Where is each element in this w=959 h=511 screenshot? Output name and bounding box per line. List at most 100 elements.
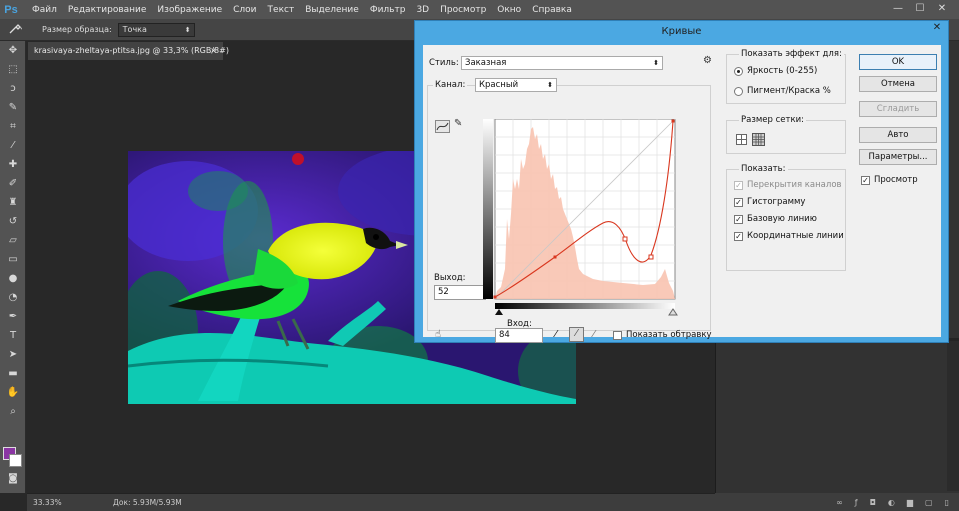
auto-button[interactable]: Авто — [859, 127, 937, 143]
curve-point[interactable] — [493, 295, 497, 299]
simple-grid-icon[interactable] — [736, 134, 747, 145]
new-layer-icon[interactable]: ▢ — [925, 498, 933, 507]
sample-size-select[interactable]: Точка ⬍ — [117, 22, 195, 37]
ok-button[interactable]: OK — [859, 54, 937, 70]
input-field[interactable]: 84 — [495, 328, 543, 343]
path-selection-tool-icon[interactable]: ➤ — [0, 345, 26, 364]
blur-tool-icon[interactable]: ● — [0, 269, 26, 288]
link-layers-icon[interactable]: ∞ — [836, 498, 843, 507]
shape-tool-icon[interactable]: ▬ — [0, 364, 26, 383]
document-tab-title: krasivaya-zheltaya-ptitsa.jpg @ 33,3% (R… — [34, 46, 229, 55]
channel-select[interactable]: Красный ⬍ — [475, 78, 557, 92]
show-clipping-checkbox[interactable] — [613, 331, 622, 340]
color-swatches — [3, 447, 23, 469]
quick-mask-icon[interactable]: ◙ — [0, 469, 26, 488]
lasso-tool-icon[interactable]: ↄ — [0, 79, 26, 98]
brush-tool-icon[interactable]: ✐ — [0, 174, 26, 193]
layers-panel-footer: ∞ ƒ ◘ ◐ ▆ ▢ ▯ — [715, 493, 959, 511]
menu-items: Файл Редактирование Изображение Слои Тек… — [32, 5, 583, 15]
crop-tool-icon[interactable]: ⌗ — [0, 117, 26, 136]
histogram-checkbox[interactable]: ✓ — [734, 198, 743, 207]
output-value: 52 — [438, 287, 449, 297]
eraser-tool-icon[interactable]: ▱ — [0, 231, 26, 250]
options-button[interactable]: Параметры... — [859, 149, 937, 165]
menu-filter[interactable]: Фильтр — [370, 5, 406, 15]
output-label: Выход: — [434, 273, 466, 283]
healing-brush-tool-icon[interactable]: ✚ — [0, 155, 26, 174]
baseline-checkbox[interactable]: ✓ — [734, 215, 743, 224]
preview-label: Просмотр — [874, 175, 918, 185]
document-size: Док: 5.93M/5.93M — [113, 498, 182, 507]
minimize-button[interactable]: — — [887, 2, 909, 16]
menu-3d[interactable]: 3D — [416, 5, 429, 15]
menu-select[interactable]: Выделение — [305, 5, 359, 15]
menu-window[interactable]: Окно — [497, 5, 521, 15]
quick-selection-tool-icon[interactable]: ✎ — [0, 98, 26, 117]
document-tab[interactable]: krasivaya-zheltaya-ptitsa.jpg @ 33,3% (R… — [28, 42, 229, 60]
menu-edit[interactable]: Редактирование — [68, 5, 147, 15]
curve-point-selected[interactable] — [553, 255, 557, 259]
zoom-level[interactable]: 33.33% — [33, 498, 73, 507]
eyedropper-icon[interactable] — [8, 22, 30, 37]
cancel-button[interactable]: Отмена — [859, 76, 937, 92]
preset-options-gear-icon[interactable]: ⚙ — [703, 55, 712, 66]
intersection-line-label: Координатные линии — [747, 231, 844, 241]
hand-tool-icon[interactable]: ✋ — [0, 383, 26, 402]
black-point-eyedropper-icon[interactable]: ⁄ — [555, 329, 557, 340]
preview-checkbox[interactable]: ✓ — [861, 176, 870, 185]
gradient-tool-icon[interactable]: ▭ — [0, 250, 26, 269]
white-point-slider[interactable] — [668, 308, 678, 316]
menu-file[interactable]: Файл — [32, 5, 57, 15]
style-label: Стиль: — [429, 58, 459, 68]
intersection-line-checkbox[interactable]: ✓ — [734, 232, 743, 241]
curve-points-tool-icon[interactable] — [435, 120, 450, 133]
window-controls: — ☐ ✕ — [887, 2, 953, 16]
close-icon[interactable]: ✕ — [931, 22, 943, 34]
output-field[interactable]: 52 — [434, 285, 486, 300]
menu-view[interactable]: Просмотр — [440, 5, 486, 15]
curves-dialog: Кривые ✕ Стиль: Заказная ⬍ ⚙ Канал: Крас… — [414, 20, 949, 343]
menu-layers[interactable]: Слои — [233, 5, 256, 15]
curve-point[interactable] — [622, 236, 628, 242]
style-select[interactable]: Заказная ⬍ — [461, 56, 663, 70]
new-group-icon[interactable]: ▆ — [907, 498, 913, 507]
pen-tool-icon[interactable]: ✒ — [0, 307, 26, 326]
show-clipping-label: Показать обтравку — [626, 330, 712, 340]
menu-type[interactable]: Текст — [268, 5, 295, 15]
maximize-button[interactable]: ☐ — [909, 2, 931, 16]
history-brush-tool-icon[interactable]: ↺ — [0, 212, 26, 231]
adjustment-layer-icon[interactable]: ◐ — [888, 498, 895, 507]
eyedropper-tool-icon[interactable]: ⁄ — [0, 136, 26, 155]
delete-layer-icon[interactable]: ▯ — [945, 498, 949, 507]
background-color-swatch[interactable] — [9, 454, 22, 467]
curve-point[interactable] — [648, 254, 654, 260]
white-point-eyedropper-icon[interactable]: ⁄ — [593, 329, 595, 340]
menu-image[interactable]: Изображение — [157, 5, 222, 15]
curves-graph[interactable] — [483, 119, 693, 319]
close-tab-icon[interactable]: × — [210, 42, 217, 60]
close-window-button[interactable]: ✕ — [931, 2, 953, 16]
type-tool-icon[interactable]: T — [0, 326, 26, 345]
marquee-tool-icon[interactable]: ⬚ — [0, 60, 26, 79]
smooth-button[interactable]: Сгладить — [859, 101, 937, 117]
gray-point-eyedropper-icon[interactable]: ⁄ — [569, 327, 584, 342]
move-tool-icon[interactable]: ✥ — [0, 41, 26, 60]
clone-stamp-tool-icon[interactable]: ♜ — [0, 193, 26, 212]
add-mask-icon[interactable]: ◘ — [870, 498, 876, 507]
menu-help[interactable]: Справка — [532, 5, 572, 15]
menu-bar: Ps Файл Редактирование Изображение Слои … — [0, 0, 959, 19]
detailed-grid-icon[interactable] — [752, 133, 765, 146]
brightness-radio[interactable] — [734, 67, 743, 76]
black-point-slider[interactable] — [495, 309, 503, 315]
targeted-adjustment-hand-icon[interactable]: ☝ — [435, 329, 441, 340]
layer-style-icon[interactable]: ƒ — [855, 498, 858, 507]
zoom-tool-icon[interactable]: ⌕ — [0, 402, 26, 421]
pigment-radio-label: Пигмент/Краска % — [747, 86, 831, 96]
curve-point[interactable] — [671, 119, 675, 123]
channel-overlays-checkbox[interactable]: ✓ — [734, 181, 743, 190]
pigment-radio[interactable] — [734, 87, 743, 96]
pencil-tool-icon[interactable]: ✎ — [454, 118, 462, 129]
dodge-tool-icon[interactable]: ◔ — [0, 288, 26, 307]
baseline-label: Базовую линию — [747, 214, 817, 224]
layers-scrollbar[interactable] — [947, 341, 959, 491]
